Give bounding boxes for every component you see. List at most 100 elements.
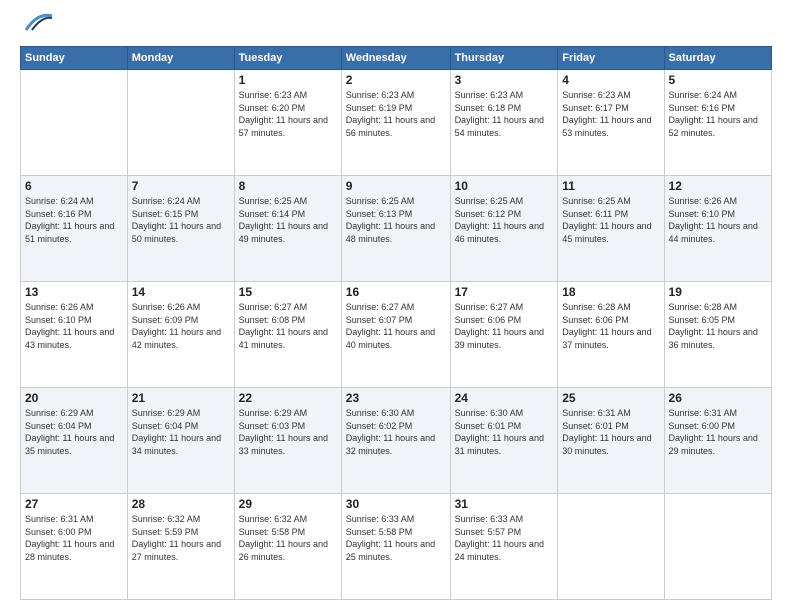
day-info: Sunrise: 6:23 AM Sunset: 6:17 PM Dayligh… [562, 89, 659, 139]
calendar-week-row: 27 Sunrise: 6:31 AM Sunset: 6:00 PM Dayli… [21, 494, 772, 600]
calendar-day-cell: 19 Sunrise: 6:28 AM Sunset: 6:05 PM Dayli… [664, 282, 771, 388]
day-info: Sunrise: 6:31 AM Sunset: 6:00 PM Dayligh… [25, 513, 123, 563]
day-info: Sunrise: 6:27 AM Sunset: 6:07 PM Dayligh… [346, 301, 446, 351]
day-info: Sunrise: 6:26 AM Sunset: 6:10 PM Dayligh… [669, 195, 767, 245]
day-number: 11 [562, 179, 659, 193]
calendar-day-cell: 28 Sunrise: 6:32 AM Sunset: 5:59 PM Dayli… [127, 494, 234, 600]
day-number: 7 [132, 179, 230, 193]
calendar-day-cell: 22 Sunrise: 6:29 AM Sunset: 6:03 PM Dayli… [234, 388, 341, 494]
day-info: Sunrise: 6:24 AM Sunset: 6:16 PM Dayligh… [25, 195, 123, 245]
day-info: Sunrise: 6:27 AM Sunset: 6:06 PM Dayligh… [455, 301, 554, 351]
day-info: Sunrise: 6:25 AM Sunset: 6:14 PM Dayligh… [239, 195, 337, 245]
calendar-day-cell: 7 Sunrise: 6:24 AM Sunset: 6:15 PM Daylig… [127, 176, 234, 282]
day-info: Sunrise: 6:26 AM Sunset: 6:09 PM Dayligh… [132, 301, 230, 351]
calendar-day-cell: 3Sunrise: 6:23 AM Sunset: 6:18 PM Daylig… [450, 70, 558, 176]
day-number: 31 [455, 497, 554, 511]
day-number: 17 [455, 285, 554, 299]
calendar-day-cell: 10Sunrise: 6:25 AM Sunset: 6:12 PM Dayli… [450, 176, 558, 282]
calendar-day-cell: 2 Sunrise: 6:23 AM Sunset: 6:19 PM Daylig… [341, 70, 450, 176]
day-number: 13 [25, 285, 123, 299]
day-info: Sunrise: 6:30 AM Sunset: 6:01 PM Dayligh… [455, 407, 554, 457]
logo-wing-icon [22, 8, 54, 36]
day-info: Sunrise: 6:27 AM Sunset: 6:08 PM Dayligh… [239, 301, 337, 351]
day-info: Sunrise: 6:31 AM Sunset: 6:01 PM Dayligh… [562, 407, 659, 457]
calendar-day-cell: 1 Sunrise: 6:23 AM Sunset: 6:20 PM Daylig… [234, 70, 341, 176]
calendar-day-cell [558, 494, 664, 600]
day-number: 10 [455, 179, 554, 193]
calendar-day-cell: 31 Sunrise: 6:33 AM Sunset: 5:57 PM Dayli… [450, 494, 558, 600]
day-number: 15 [239, 285, 337, 299]
day-number: 1 [239, 73, 337, 87]
day-number: 12 [669, 179, 767, 193]
calendar-day-cell: 14 Sunrise: 6:26 AM Sunset: 6:09 PM Dayli… [127, 282, 234, 388]
day-info: Sunrise: 6:24 AM Sunset: 6:16 PM Dayligh… [669, 89, 767, 139]
day-number: 21 [132, 391, 230, 405]
calendar-day-cell: 15 Sunrise: 6:27 AM Sunset: 6:08 PM Dayli… [234, 282, 341, 388]
calendar-day-cell: 29 Sunrise: 6:32 AM Sunset: 5:58 PM Dayli… [234, 494, 341, 600]
day-number: 9 [346, 179, 446, 193]
calendar-day-cell: 12 Sunrise: 6:26 AM Sunset: 6:10 PM Dayli… [664, 176, 771, 282]
day-number: 5 [669, 73, 767, 87]
calendar-day-cell: 20 Sunrise: 6:29 AM Sunset: 6:04 PM Dayli… [21, 388, 128, 494]
day-info: Sunrise: 6:29 AM Sunset: 6:04 PM Dayligh… [132, 407, 230, 457]
page: SundayMondayTuesdayWednesdayThursdayFrid… [0, 0, 792, 612]
header [20, 16, 772, 38]
day-number: 22 [239, 391, 337, 405]
day-info: Sunrise: 6:29 AM Sunset: 6:04 PM Dayligh… [25, 407, 123, 457]
day-info: Sunrise: 6:25 AM Sunset: 6:11 PM Dayligh… [562, 195, 659, 245]
calendar-day-header: Thursday [450, 47, 558, 70]
day-info: Sunrise: 6:28 AM Sunset: 6:05 PM Dayligh… [669, 301, 767, 351]
day-info: Sunrise: 6:29 AM Sunset: 6:03 PM Dayligh… [239, 407, 337, 457]
calendar-table: SundayMondayTuesdayWednesdayThursdayFrid… [20, 46, 772, 600]
calendar-day-cell: 9 Sunrise: 6:25 AM Sunset: 6:13 PM Daylig… [341, 176, 450, 282]
day-number: 6 [25, 179, 123, 193]
day-info: Sunrise: 6:31 AM Sunset: 6:00 PM Dayligh… [669, 407, 767, 457]
calendar-day-cell: 18Sunrise: 6:28 AM Sunset: 6:06 PM Dayli… [558, 282, 664, 388]
calendar-day-cell: 24 Sunrise: 6:30 AM Sunset: 6:01 PM Dayli… [450, 388, 558, 494]
calendar-day-header: Sunday [21, 47, 128, 70]
calendar-day-cell: 17 Sunrise: 6:27 AM Sunset: 6:06 PM Dayli… [450, 282, 558, 388]
day-number: 29 [239, 497, 337, 511]
day-number: 8 [239, 179, 337, 193]
calendar-day-cell: 6 Sunrise: 6:24 AM Sunset: 6:16 PM Daylig… [21, 176, 128, 282]
calendar-day-cell: 30 Sunrise: 6:33 AM Sunset: 5:58 PM Dayli… [341, 494, 450, 600]
calendar-day-header: Tuesday [234, 47, 341, 70]
day-info: Sunrise: 6:32 AM Sunset: 5:59 PM Dayligh… [132, 513, 230, 563]
day-info: Sunrise: 6:26 AM Sunset: 6:10 PM Dayligh… [25, 301, 123, 351]
calendar-day-header: Wednesday [341, 47, 450, 70]
calendar-day-header: Saturday [664, 47, 771, 70]
day-number: 20 [25, 391, 123, 405]
day-info: Sunrise: 6:25 AM Sunset: 6:13 PM Dayligh… [346, 195, 446, 245]
day-number: 27 [25, 497, 123, 511]
day-number: 3 [455, 73, 554, 87]
calendar-week-row: 6 Sunrise: 6:24 AM Sunset: 6:16 PM Daylig… [21, 176, 772, 282]
day-number: 2 [346, 73, 446, 87]
calendar-day-cell: 11 Sunrise: 6:25 AM Sunset: 6:11 PM Dayli… [558, 176, 664, 282]
calendar-week-row: 13 Sunrise: 6:26 AM Sunset: 6:10 PM Dayli… [21, 282, 772, 388]
calendar-day-cell [664, 494, 771, 600]
calendar-day-cell: 13 Sunrise: 6:26 AM Sunset: 6:10 PM Dayli… [21, 282, 128, 388]
calendar-day-header: Friday [558, 47, 664, 70]
calendar-day-cell [21, 70, 128, 176]
day-number: 24 [455, 391, 554, 405]
calendar-day-cell: 21 Sunrise: 6:29 AM Sunset: 6:04 PM Dayli… [127, 388, 234, 494]
calendar-day-cell: 26Sunrise: 6:31 AM Sunset: 6:00 PM Dayli… [664, 388, 771, 494]
day-number: 14 [132, 285, 230, 299]
day-info: Sunrise: 6:24 AM Sunset: 6:15 PM Dayligh… [132, 195, 230, 245]
day-number: 19 [669, 285, 767, 299]
calendar-day-cell: 4Sunrise: 6:23 AM Sunset: 6:17 PM Daylig… [558, 70, 664, 176]
day-info: Sunrise: 6:33 AM Sunset: 5:57 PM Dayligh… [455, 513, 554, 563]
day-number: 30 [346, 497, 446, 511]
calendar-day-cell: 5 Sunrise: 6:24 AM Sunset: 6:16 PM Daylig… [664, 70, 771, 176]
day-info: Sunrise: 6:23 AM Sunset: 6:19 PM Dayligh… [346, 89, 446, 139]
calendar-week-row: 1 Sunrise: 6:23 AM Sunset: 6:20 PM Daylig… [21, 70, 772, 176]
day-info: Sunrise: 6:23 AM Sunset: 6:20 PM Dayligh… [239, 89, 337, 139]
calendar-day-cell: 16Sunrise: 6:27 AM Sunset: 6:07 PM Dayli… [341, 282, 450, 388]
day-info: Sunrise: 6:33 AM Sunset: 5:58 PM Dayligh… [346, 513, 446, 563]
day-info: Sunrise: 6:32 AM Sunset: 5:58 PM Dayligh… [239, 513, 337, 563]
calendar-day-cell [127, 70, 234, 176]
day-info: Sunrise: 6:28 AM Sunset: 6:06 PM Dayligh… [562, 301, 659, 351]
day-number: 28 [132, 497, 230, 511]
day-number: 25 [562, 391, 659, 405]
calendar-day-header: Monday [127, 47, 234, 70]
